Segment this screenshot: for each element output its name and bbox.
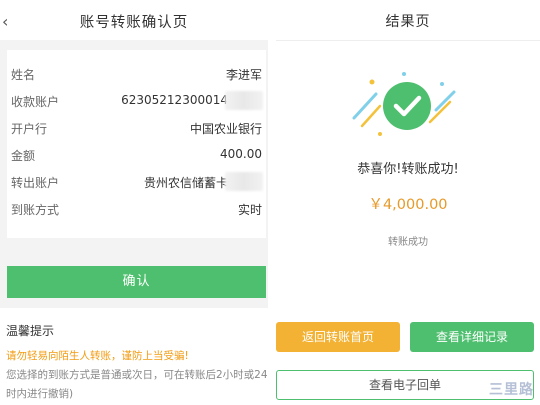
return-home-button[interactable]: 返回转账首页 (276, 322, 400, 352)
field-label: 到账方式 (11, 203, 60, 217)
transfer-details: 姓名 李进军 收款账户 62305212300014 开户行 中国农业银行 金额… (7, 50, 266, 238)
field-row-name: 姓名 李进军 (7, 60, 266, 87)
field-label: 姓名 (11, 68, 36, 82)
confirm-page-header: ‹ 账号转账确认页 (0, 0, 268, 40)
field-row-account: 收款账户 62305212300014 (7, 87, 266, 114)
success-message: 恭喜你!转账成功! (357, 162, 459, 177)
field-row-amount: 金额 400.00 (7, 141, 266, 168)
tips-line: 时内进行撤销) (6, 388, 74, 400)
field-row-bank: 开户行 中国农业银行 (7, 114, 266, 141)
confirm-page-panel: ‹ 账号转账确认页 姓名 李进军 收款账户 62305212300014 开户行… (0, 0, 268, 405)
field-value: 中国农业银行 (189, 122, 262, 136)
field-label: 转出账户 (11, 176, 60, 190)
field-label: 开户行 (11, 122, 48, 136)
tips-line: 您选择的到账方式是普通或次日，可在转账后2小时或24小 (6, 369, 268, 381)
success-check-icon (352, 72, 456, 136)
result-page-panel: 结果页 恭喜你!转账成功! ￥4,000.00 转账成功 返回转账首页 查看详细… (276, 0, 540, 405)
redaction-blur (225, 91, 263, 110)
field-value: 贵州农信储蓄卡 (143, 176, 228, 190)
field-value: 实时 (237, 203, 262, 217)
field-value: 62305212300014 (121, 93, 228, 107)
field-label: 收款账户 (11, 95, 60, 109)
field-value: 400.00 (220, 147, 262, 161)
tips-warning: 请勿轻易向陌生人转账，谨防上当受骗! (6, 350, 189, 362)
header-divider (276, 40, 540, 41)
confirm-button[interactable]: 确认 (7, 266, 266, 298)
result-page-title: 结果页 (385, 14, 431, 30)
transfer-amount: ￥4,000.00 (368, 197, 448, 213)
transfer-status: 转账成功 (388, 237, 428, 248)
view-details-button[interactable]: 查看详细记录 (410, 322, 534, 352)
field-row-from-account: 转出账户 贵州农信储蓄卡 (7, 168, 266, 195)
tips-section: 温馨提示 请勿轻易向陌生人转账，谨防上当受骗! 您选择的到账方式是普通或次日，可… (0, 308, 268, 405)
field-label: 金额 (11, 149, 36, 163)
redaction-blur (225, 172, 263, 191)
field-value: 李进军 (225, 68, 262, 82)
field-row-method: 到账方式 实时 (7, 195, 266, 222)
tips-title: 温馨提示 (6, 324, 55, 338)
page-title: 账号转账确认页 (79, 15, 189, 31)
watermark: 三里路 (489, 382, 534, 398)
